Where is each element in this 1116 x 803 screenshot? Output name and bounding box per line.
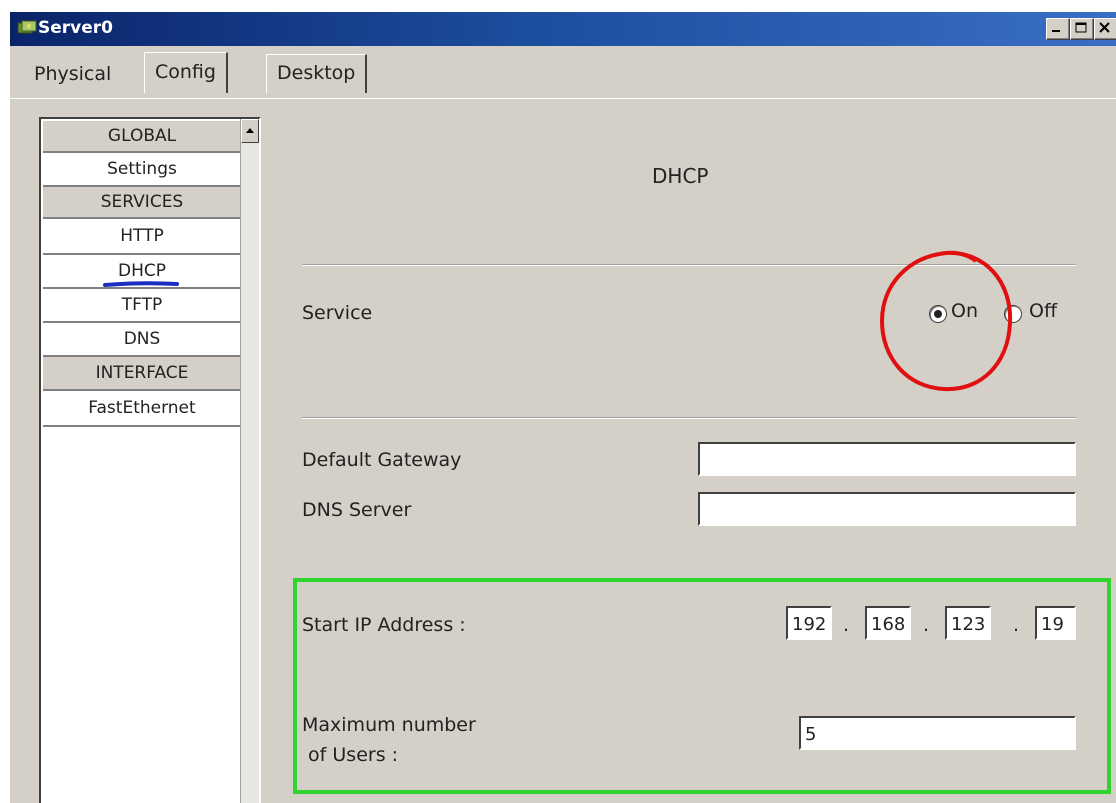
max-users-input[interactable]: 5 <box>799 716 1076 750</box>
start-ip-octet-3[interactable]: 123 <box>945 606 991 640</box>
minimize-icon <box>1052 30 1060 32</box>
gateway-label: Default Gateway <box>302 449 462 471</box>
tab-config[interactable]: Config <box>144 52 228 93</box>
start-ip-label: Start IP Address : <box>302 614 466 636</box>
start-ip-octet-1[interactable]: 192 <box>786 606 832 640</box>
dhcp-underline-annotation <box>103 281 179 287</box>
dns-server-label: DNS Server <box>302 499 412 521</box>
sidebar-scrollbar[interactable] <box>240 119 259 803</box>
config-sidebar: GLOBAL Settings SERVICES HTTP DHCP TFTP … <box>39 117 261 803</box>
ip-dot-2: . <box>923 614 930 636</box>
page-title: DHCP <box>652 164 709 188</box>
minimize-button[interactable] <box>1046 18 1070 40</box>
max-users-label: Maximum number of Users : <box>302 714 476 766</box>
ip-dot-3: . <box>1013 614 1020 636</box>
start-ip-octet-4[interactable]: 19 <box>1035 606 1076 640</box>
service-off-label[interactable]: Off <box>1029 300 1057 322</box>
sidebar-header-global: GLOBAL <box>43 121 241 153</box>
tab-physical[interactable]: Physical <box>24 56 122 92</box>
sidebar-item-settings[interactable]: Settings <box>43 153 241 187</box>
tab-divider <box>10 98 1116 99</box>
server-window: Server0 Physical Config Desktop GLOBAL S… <box>10 12 1116 803</box>
sidebar-item-fastethernet[interactable]: FastEthernet <box>43 391 241 427</box>
dhcp-panel: DHCP Service On Off Default Gateway DNS … <box>275 112 1116 803</box>
ip-dot-1: . <box>843 614 850 636</box>
start-ip-octet-2[interactable]: 168 <box>865 606 911 640</box>
title-bar[interactable]: Server0 <box>10 12 1116 46</box>
arrow-up-icon <box>246 128 254 133</box>
close-button[interactable] <box>1094 18 1116 40</box>
server-app-icon <box>17 20 37 34</box>
dns-server-input[interactable] <box>698 492 1076 526</box>
maximize-button[interactable] <box>1070 18 1094 40</box>
scroll-up-button[interactable] <box>241 119 259 143</box>
separator-middle <box>302 417 1076 419</box>
service-label: Service <box>302 302 373 324</box>
sidebar-header-services: SERVICES <box>43 187 241 219</box>
sidebar-item-http[interactable]: HTTP <box>43 219 241 255</box>
gateway-input[interactable] <box>698 442 1076 476</box>
close-icon <box>1099 22 1110 33</box>
red-circle-annotation <box>879 250 1013 392</box>
sidebar-item-tftp[interactable]: TFTP <box>43 289 241 323</box>
sidebar-item-dns[interactable]: DNS <box>43 323 241 357</box>
sidebar-header-interface: INTERFACE <box>43 357 241 391</box>
window-title: Server0 <box>38 18 113 38</box>
maximize-icon <box>1075 22 1087 33</box>
tab-desktop[interactable]: Desktop <box>266 54 368 93</box>
